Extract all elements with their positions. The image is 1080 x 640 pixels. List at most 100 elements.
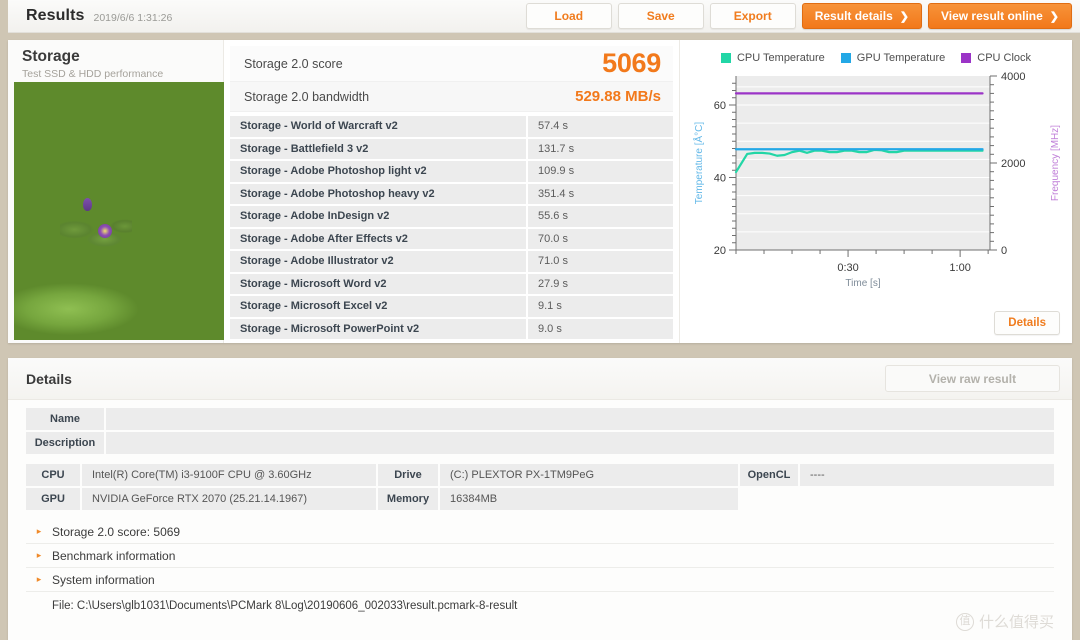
export-button[interactable]: Export <box>709 3 796 29</box>
storage-test-card[interactable]: Storage Test SSD & HDD performance <box>8 40 224 343</box>
top-toolbar: Results 2019/6/6 1:31:26 Load Save Expor… <box>8 0 1080 33</box>
legend-swatch-icon <box>720 53 731 63</box>
cpu-label: CPU <box>26 464 80 486</box>
opencl-value: ---- <box>800 464 1054 486</box>
benchmark-name: Storage - Adobe Photoshop light v2 <box>230 161 526 182</box>
benchmark-value: 70.0 s <box>528 228 673 249</box>
lily-leaves-decor <box>60 216 133 251</box>
benchmark-name: Storage - Microsoft Word v2 <box>230 273 526 294</box>
storage-card-header: Storage Test SSD & HDD performance <box>8 40 223 80</box>
accordion-row[interactable]: ▸ Storage 2.0 score: 5069 <box>26 520 1054 544</box>
gpu-label: GPU <box>26 488 80 510</box>
result-details-button[interactable]: Result details ❯ <box>801 3 922 29</box>
table-row: Storage - Battlefield 3 v2 131.7 s <box>230 138 673 159</box>
table-row: Storage - Microsoft Excel v2 9.1 s <box>230 296 673 317</box>
table-row: Storage - Adobe InDesign v2 55.6 s <box>230 206 673 227</box>
y2-axis-tick-label: 2000 <box>1001 158 1025 170</box>
legend-label: CPU Temperature <box>736 52 825 64</box>
table-row: Storage - Adobe Illustrator v2 71.0 s <box>230 251 673 272</box>
details-accordion: ▸ Storage 2.0 score: 5069 ▸ Benchmark infor… <box>8 520 1072 592</box>
benchmark-name: Storage - Battlefield 3 v2 <box>230 138 526 159</box>
details-title: Details <box>26 370 72 387</box>
save-button[interactable]: Save <box>617 3 704 29</box>
accordion-label: System information <box>52 572 155 587</box>
y-axis-title: Temperature [Å°C] <box>692 122 705 205</box>
watermark-text: 什么值得买 <box>978 614 1054 631</box>
legend-item[interactable]: CPU Clock <box>961 52 1031 64</box>
table-row: Storage - World of Warcraft v2 57.4 s <box>230 116 673 137</box>
storage-bandwidth-row: Storage 2.0 bandwidth 529.88 MB/s <box>230 82 673 112</box>
benchmark-value: 351.4 s <box>528 183 673 204</box>
benchmark-name: Storage - Adobe Illustrator v2 <box>230 251 526 272</box>
result-timestamp: 2019/6/6 1:31:26 <box>93 11 173 24</box>
benchmark-value: 27.9 s <box>528 273 673 294</box>
x-axis-tick-label: 1:00 <box>949 262 970 274</box>
chart-plot-area <box>736 76 990 250</box>
accordion-row[interactable]: ▸ Benchmark information <box>26 544 1054 568</box>
y-axis-tick-label: 20 <box>714 245 726 257</box>
benchmark-name: Storage - Microsoft Excel v2 <box>230 296 526 317</box>
legend-label: GPU Temperature <box>856 52 946 64</box>
storage-bandwidth-value: 529.88 MB/s <box>575 88 661 105</box>
legend-item[interactable]: GPU Temperature <box>840 52 946 64</box>
gpu-pair: GPU NVIDIA GeForce RTX 2070 (25.21.14.19… <box>26 488 376 510</box>
site-watermark: 值 什么值得买 <box>955 611 1054 632</box>
legend-swatch-icon <box>840 53 851 63</box>
table-row: Storage - Adobe Photoshop heavy v2 351.4 … <box>230 183 673 204</box>
opencl-label: OpenCL <box>740 464 798 486</box>
name-label: Name <box>26 408 104 430</box>
benchmark-value: 131.7 s <box>528 138 673 159</box>
monitoring-chart-panel: CPU Temperature GPU Temperature CPU Clock … <box>679 40 1072 343</box>
drive-pair: Drive (C:) PLEXTOR PX-1TM9PeG <box>378 464 738 486</box>
cpu-pair: CPU Intel(R) Core(TM) i3-9100F CPU @ 3.6… <box>26 464 376 486</box>
name-value[interactable] <box>106 408 1054 430</box>
lily-pads-photo <box>14 82 224 340</box>
empty-cell <box>740 488 798 510</box>
scores-column: Storage 2.0 score 5069 Storage 2.0 bandw… <box>224 40 679 343</box>
view-result-online-button[interactable]: View result online ❯ <box>927 3 1072 29</box>
y-axis-tick-label: 60 <box>714 100 726 112</box>
result-details-label: Result details <box>814 9 893 23</box>
details-header: Details View raw result <box>8 358 1072 400</box>
storage-title: Storage <box>22 48 80 65</box>
pcmark-results-window: Results 2019/6/6 1:31:26 Load Save Expor… <box>0 0 1080 640</box>
chart-details-button-wrap: Details <box>994 311 1060 335</box>
cpu-value: Intel(R) Core(TM) i3-9100F CPU @ 3.60GHz <box>82 464 376 486</box>
table-row: Storage - Adobe After Effects v2 70.0 s <box>230 228 673 249</box>
chevron-right-icon: ▸ <box>36 526 42 536</box>
opencl-pair: OpenCL ---- <box>740 464 1054 486</box>
legend-item[interactable]: CPU Temperature <box>720 52 825 64</box>
y2-axis-tick-label: 0 <box>1001 245 1007 257</box>
description-value[interactable] <box>106 432 1054 454</box>
result-file-path: File: C:\Users\glb1031\Documents\PCMark … <box>52 600 518 612</box>
benchmark-name: Storage - Adobe After Effects v2 <box>230 228 526 249</box>
legend-swatch-icon <box>961 53 972 63</box>
details-panel: Details View raw result Name Description… <box>8 358 1072 640</box>
storage-subtitle: Test SSD & HDD performance <box>22 68 164 80</box>
chart-details-button[interactable]: Details <box>994 311 1060 335</box>
load-button[interactable]: Load <box>525 3 612 29</box>
results-panel: Storage Test SSD & HDD performance Stora… <box>8 40 1072 343</box>
storage-score-value: 5069 <box>602 48 661 78</box>
drive-value: (C:) PLEXTOR PX-1TM9PeG <box>440 464 738 486</box>
benchmark-name: Storage - World of Warcraft v2 <box>230 116 526 137</box>
chevron-right-icon: ❯ <box>899 10 909 23</box>
memory-value: 16384MB <box>440 488 738 510</box>
chevron-right-icon: ❯ <box>1049 10 1059 23</box>
x-axis-title: Time [s] <box>845 278 880 289</box>
details-table: Name Description CPU Intel(R) Core(TM) i… <box>8 400 1072 510</box>
description-label: Description <box>26 432 104 454</box>
drive-label: Drive <box>378 464 438 486</box>
benchmark-name: Storage - Adobe Photoshop heavy v2 <box>230 183 526 204</box>
legend-label: CPU Clock <box>977 52 1032 64</box>
details-row-gpu-memory: GPU NVIDIA GeForce RTX 2070 (25.21.14.19… <box>26 488 1054 510</box>
page-title: Results <box>26 7 85 24</box>
monitoring-chart-svg: 20 40 60 Temperature [Å°C] 0 2000 4000 Frequenc… <box>692 71 1061 289</box>
lily-bud-decor <box>83 198 93 212</box>
details-row-cpu-drive-opencl: CPU Intel(R) Core(TM) i3-9100F CPU @ 3.6… <box>26 464 1054 486</box>
benchmark-value: 9.0 s <box>528 318 673 339</box>
details-row-name: Name <box>26 408 1054 430</box>
accordion-row[interactable]: ▸ System information <box>26 568 1054 592</box>
view-raw-result-button[interactable]: View raw result <box>885 365 1060 392</box>
benchmark-value: 9.1 s <box>528 296 673 317</box>
